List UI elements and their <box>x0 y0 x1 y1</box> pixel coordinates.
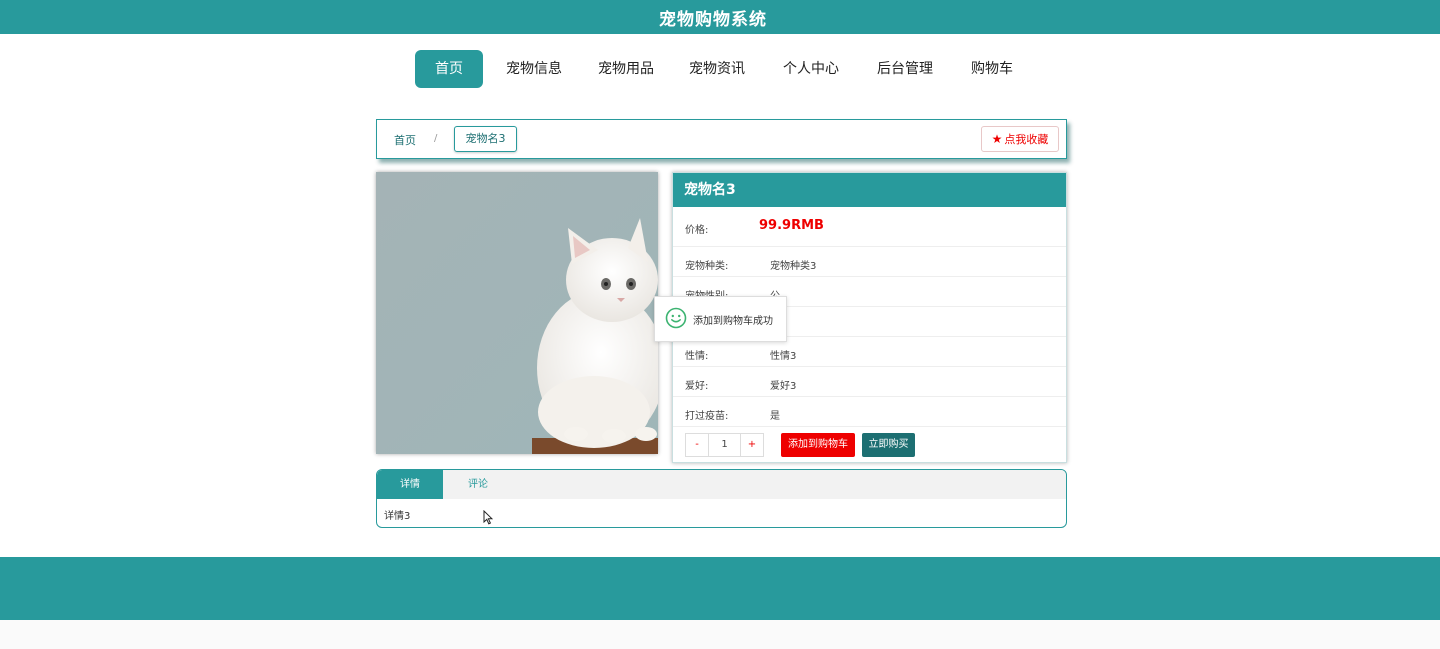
mouse-cursor-icon <box>483 509 494 529</box>
purchase-actions: - 1 + 添加到购物车 立即购买 <box>673 427 1066 463</box>
attribute-value: 宠物种类3 <box>770 261 817 272</box>
buy-now-button[interactable]: 立即购买 <box>862 433 915 457</box>
toast-message: 添加到购物车成功 <box>693 315 773 327</box>
nav-item-cart[interactable]: 购物车 <box>963 50 1021 88</box>
quantity-stepper: - 1 + <box>685 433 764 457</box>
breadcrumb-separator: / <box>434 133 438 144</box>
smile-icon <box>665 307 687 332</box>
tab-details[interactable]: 详情 <box>377 470 443 499</box>
breadcrumb-current: 宠物名3 <box>454 126 517 152</box>
tab-comments[interactable]: 评论 <box>443 470 513 499</box>
quantity-decrease-button[interactable]: - <box>686 434 708 456</box>
nav-item-pet-supplies[interactable]: 宠物用品 <box>590 50 662 88</box>
product-name: 宠物名3 <box>673 173 1066 207</box>
tab-content: 详情3 <box>384 511 411 522</box>
header-bar: 宠物购物系统 <box>0 0 1440 34</box>
attribute-key: 爱好: <box>685 381 709 392</box>
quantity-input[interactable]: 1 <box>708 434 741 456</box>
star-icon: ★ <box>991 132 1003 146</box>
price-label: 价格: <box>685 225 709 236</box>
pet-photo <box>376 172 658 454</box>
nav-item-personal-center[interactable]: 个人中心 <box>776 50 846 88</box>
favorite-button-label: 点我收藏 <box>1004 133 1049 146</box>
attribute-row: 宠物种类: 宠物种类3 <box>673 247 1066 277</box>
footer-bar <box>0 557 1440 620</box>
add-to-cart-button[interactable]: 添加到购物车 <box>781 433 855 457</box>
price-row: 价格: 99.9RMB <box>673 207 1066 247</box>
attribute-key: 打过疫苗: <box>685 411 729 422</box>
app-title: 宠物购物系统 <box>659 9 767 30</box>
nav-item-home[interactable]: 首页 <box>415 50 483 88</box>
favorite-button[interactable]: ★ 点我收藏 <box>981 126 1059 152</box>
detail-tabs: 详情 评论 详情3 <box>376 469 1067 528</box>
price-value: 99.9RMB <box>759 218 824 233</box>
attribute-value: 是 <box>770 411 780 422</box>
nav-item-admin[interactable]: 后台管理 <box>870 50 940 88</box>
attribute-value: 爱好3 <box>770 381 797 392</box>
breadcrumb: 首页 / 宠物名3 ★ 点我收藏 <box>376 119 1067 159</box>
attribute-row: 打过疫苗: 是 <box>673 397 1066 427</box>
nav-item-pet-info[interactable]: 宠物信息 <box>499 50 569 88</box>
attribute-value: 性情3 <box>770 351 797 362</box>
quantity-increase-button[interactable]: + <box>741 434 763 456</box>
attribute-row: 爱好: 爱好3 <box>673 367 1066 397</box>
attribute-key: 性情: <box>685 351 709 362</box>
toast-notification: 添加到购物车成功 <box>654 296 787 342</box>
tab-bar: 详情 评论 <box>377 470 1066 499</box>
main-nav: 首页 宠物信息 宠物用品 宠物资讯 个人中心 后台管理 购物车 <box>0 50 1440 88</box>
breadcrumb-home-link[interactable]: 首页 <box>394 132 416 148</box>
nav-item-pet-news[interactable]: 宠物资讯 <box>682 50 752 88</box>
attribute-key: 宠物种类: <box>685 261 729 272</box>
